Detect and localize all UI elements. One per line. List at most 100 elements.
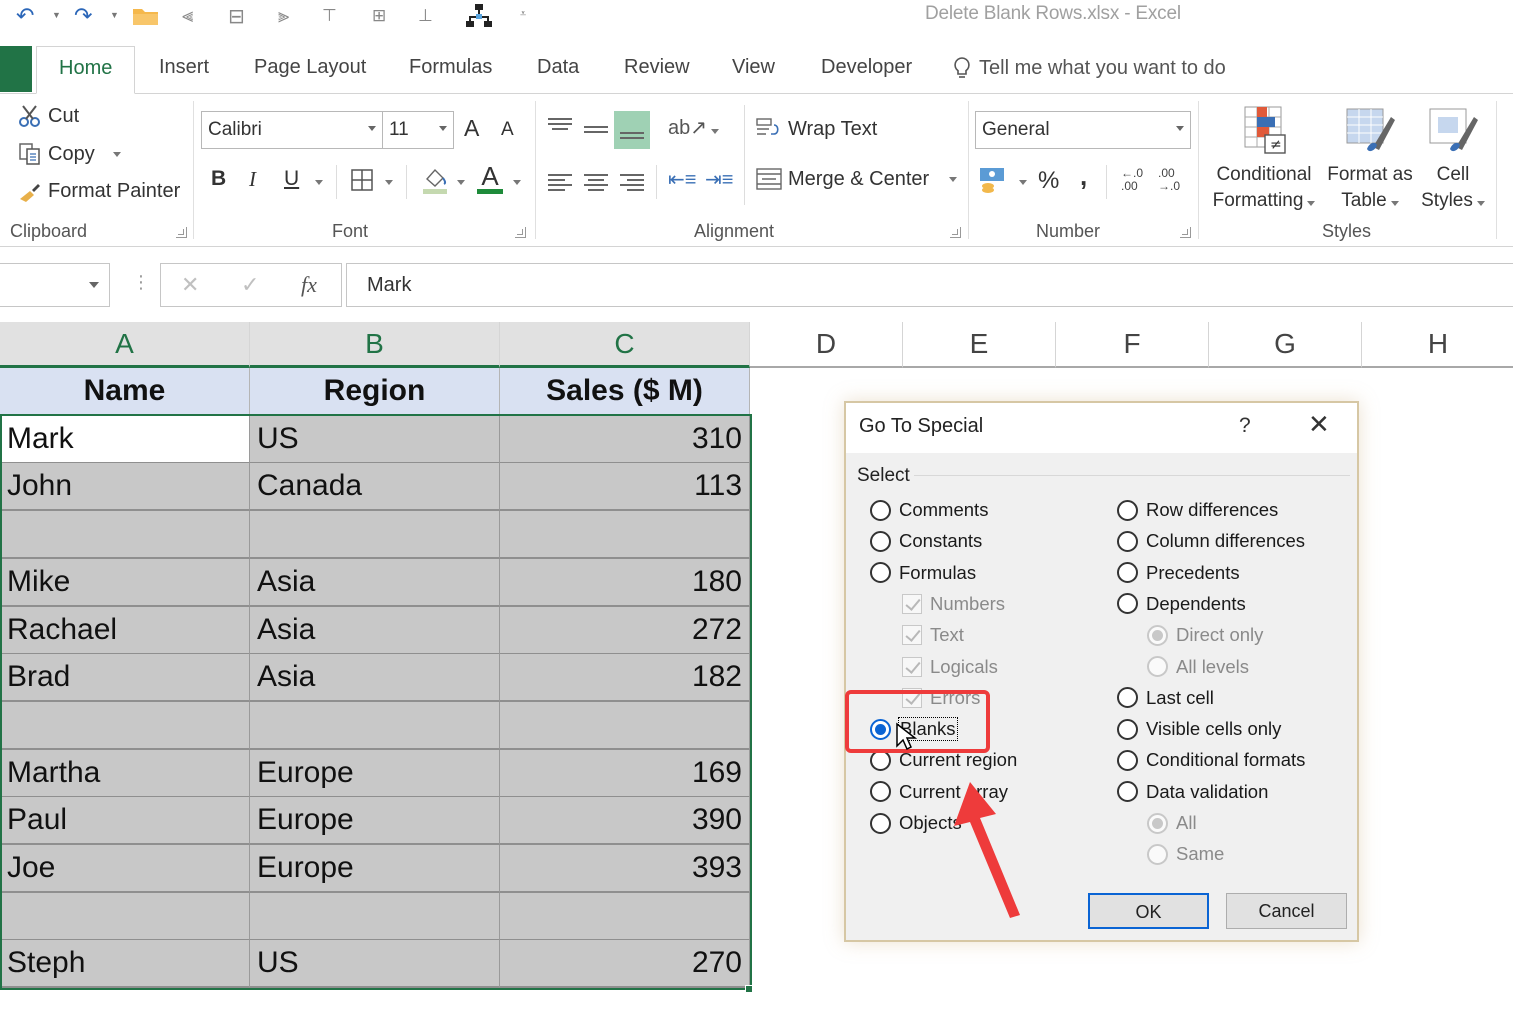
blank-cell[interactable]	[500, 511, 750, 560]
data-cell[interactable]: Europe	[250, 845, 500, 893]
tab-page-layout[interactable]: Page Layout	[254, 56, 366, 79]
format-as-table-button[interactable]: Format as Table	[1322, 103, 1418, 214]
align-center-icon[interactable]: ⊟	[228, 2, 245, 30]
data-cell[interactable]: 169	[500, 749, 750, 798]
font-color-dropdown-icon[interactable]	[513, 180, 521, 185]
radio-conditional-formats[interactable]: Conditional formats	[1117, 749, 1305, 771]
percent-button[interactable]: %	[1038, 167, 1059, 195]
data-cell[interactable]: 272	[500, 606, 750, 655]
data-cell[interactable]: Mike	[0, 558, 250, 607]
radio-current-region[interactable]: Current region	[870, 749, 1017, 771]
radio-comments[interactable]: Comments	[870, 499, 988, 521]
tab-data[interactable]: Data	[537, 56, 579, 79]
file-tab[interactable]	[0, 46, 32, 92]
align-middle-icon[interactable]: ⊞	[372, 2, 386, 30]
data-cell[interactable]: Brad	[0, 654, 250, 703]
tell-me-search[interactable]: Tell me what you want to do	[953, 56, 1226, 80]
undo-icon[interactable]: ↶	[16, 2, 34, 30]
blank-cell[interactable]	[250, 511, 500, 560]
data-cell[interactable]: 113	[500, 463, 750, 512]
tab-insert[interactable]: Insert	[159, 56, 209, 79]
blank-cell[interactable]	[0, 701, 250, 750]
radio-row-differences[interactable]: Row differences	[1117, 499, 1278, 521]
alignment-launcher-icon[interactable]	[950, 227, 961, 238]
merge-center-button[interactable]: Merge & Center	[756, 167, 958, 191]
data-cell[interactable]: Europe	[250, 797, 500, 846]
radio-dependents[interactable]: Dependents	[1117, 593, 1246, 615]
accounting-dropdown-icon[interactable]	[1019, 180, 1027, 185]
data-cell[interactable]: US	[250, 415, 500, 464]
increase-indent-button[interactable]: ⇥≡	[705, 167, 733, 192]
blank-cell[interactable]	[250, 701, 500, 750]
open-folder-icon[interactable]	[132, 2, 160, 30]
column-header-e[interactable]: E	[903, 322, 1056, 368]
italic-button[interactable]: I	[249, 167, 256, 192]
data-cell[interactable]: 182	[500, 654, 750, 703]
header-cell[interactable]: Region	[250, 368, 500, 416]
data-cell[interactable]: Asia	[250, 606, 500, 655]
data-cell[interactable]: Steph	[0, 940, 250, 989]
align-left-icon[interactable]: ⫷	[182, 2, 193, 30]
undo-dropdown-icon[interactable]: ▼	[52, 10, 61, 20]
align-bottom-icon[interactable]: ⊥	[418, 2, 433, 30]
align-right-icon[interactable]: ⫸	[278, 2, 289, 30]
header-cell[interactable]: Sales ($ M)	[500, 368, 750, 416]
data-cell[interactable]: Canada	[250, 463, 500, 512]
cancel-button[interactable]: Cancel	[1226, 893, 1347, 929]
cell-styles-button[interactable]: Cell Styles	[1418, 103, 1488, 214]
radio-formulas[interactable]: Formulas	[870, 562, 976, 584]
data-cell[interactable]: Paul	[0, 797, 250, 846]
decrease-indent-button[interactable]: ⇤≡	[668, 167, 696, 192]
data-cell[interactable]: John	[0, 463, 250, 512]
align-center-button[interactable]	[584, 171, 608, 194]
data-cell[interactable]: 180	[500, 558, 750, 607]
data-cell[interactable]: Asia	[250, 654, 500, 703]
radio-precedents[interactable]: Precedents	[1117, 562, 1240, 584]
blank-cell[interactable]	[500, 701, 750, 750]
column-header-b[interactable]: B	[250, 322, 500, 368]
fill-color-dropdown-icon[interactable]	[457, 180, 465, 185]
cut-button[interactable]: Cut	[18, 104, 79, 128]
cancel-entry-button[interactable]: ✕	[181, 272, 199, 298]
data-cell[interactable]: Europe	[250, 749, 500, 798]
fill-handle[interactable]	[745, 985, 753, 993]
tab-developer[interactable]: Developer	[821, 56, 912, 79]
data-cell[interactable]: Rachael	[0, 606, 250, 655]
underline-dropdown-icon[interactable]	[315, 180, 323, 185]
ok-button[interactable]: OK	[1088, 893, 1209, 929]
radio-current-array[interactable]: Current array	[870, 781, 1008, 803]
data-cell[interactable]: Martha	[0, 749, 250, 798]
grow-font-button[interactable]: A	[464, 115, 479, 142]
name-box[interactable]	[0, 263, 110, 307]
redo-dropdown-icon[interactable]: ▼	[110, 10, 119, 20]
decrease-decimal-button[interactable]: .00 →.0	[1158, 167, 1188, 193]
bottom-align-button[interactable]	[614, 111, 650, 149]
clipboard-launcher-icon[interactable]	[176, 227, 187, 238]
radio-objects[interactable]: Objects	[870, 812, 962, 834]
tab-review[interactable]: Review	[624, 56, 690, 79]
data-cell[interactable]: 270	[500, 940, 750, 989]
radio-last-cell[interactable]: Last cell	[1117, 687, 1214, 709]
tab-home[interactable]: Home	[36, 46, 136, 94]
blank-cell[interactable]	[250, 892, 500, 941]
number-format-combo[interactable]: General	[975, 111, 1191, 149]
tab-view[interactable]: View	[732, 56, 775, 79]
hierarchy-icon[interactable]	[465, 2, 493, 30]
orientation-button[interactable]: ab↗	[668, 115, 720, 140]
column-header-h[interactable]: H	[1362, 322, 1513, 368]
copy-dropdown-icon[interactable]	[112, 151, 121, 157]
header-cell[interactable]: Name	[0, 368, 250, 416]
format-painter-button[interactable]: Format Painter	[18, 180, 180, 203]
font-color-button[interactable]: A	[477, 163, 503, 194]
confirm-entry-button[interactable]: ✓	[241, 272, 259, 298]
redo-icon[interactable]: ↷	[74, 2, 92, 30]
close-button[interactable]: ✕	[1308, 411, 1330, 437]
formula-bar-resize-handle[interactable]: ⋮	[132, 272, 150, 293]
merge-dropdown-icon[interactable]	[949, 176, 958, 182]
underline-button[interactable]: U	[284, 167, 299, 191]
data-cell[interactable]: 310	[500, 415, 750, 464]
conditional-formatting-button[interactable]: ≠ Conditional Formatting	[1206, 103, 1322, 214]
middle-align-button[interactable]	[584, 123, 608, 136]
radio-column-differences[interactable]: Column differences	[1117, 530, 1305, 552]
radio-data-validation[interactable]: Data validation	[1117, 781, 1268, 803]
